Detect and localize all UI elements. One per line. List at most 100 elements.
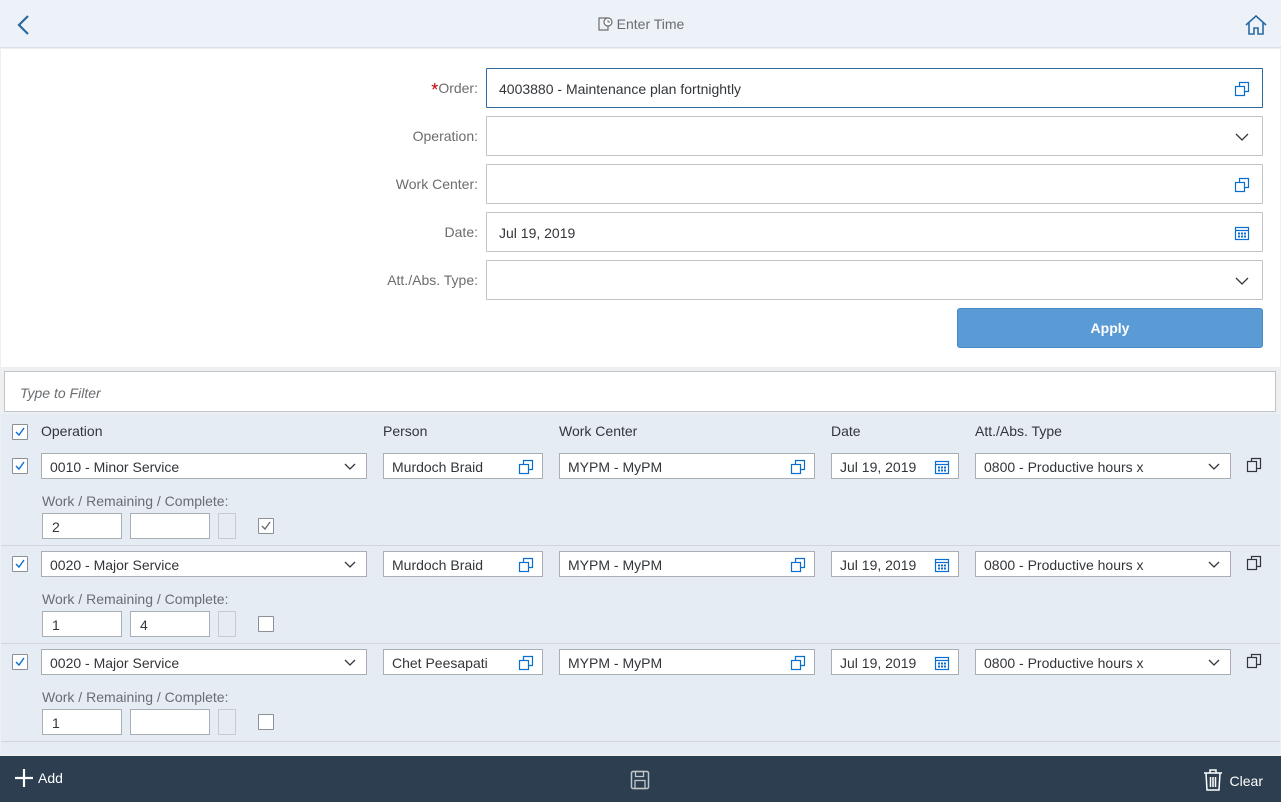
calendar-icon[interactable]	[1234, 225, 1250, 241]
complete-checkbox[interactable]	[258, 714, 274, 730]
value-help-icon[interactable]	[790, 655, 806, 671]
date-label: Date:	[444, 224, 478, 240]
value-help-icon[interactable]	[518, 655, 534, 671]
table-row: 0010 - Minor Service Murdoch Braid MYPM …	[1, 448, 1280, 546]
row-checkbox[interactable]	[12, 556, 28, 572]
row-person-value: Chet Peesapati	[392, 655, 488, 671]
filter-placeholder: Type to Filter	[20, 385, 101, 401]
table-row: 0020 - Major Service Chet Peesapati MYPM…	[1, 644, 1280, 742]
add-label: Add	[38, 770, 63, 786]
order-field[interactable]: 4003880 - Maintenance plan fortnightly	[486, 68, 1263, 108]
value-help-icon[interactable]	[518, 459, 534, 475]
row-work-center-field[interactable]: MYPM - MyPM	[559, 649, 815, 675]
row-operation-value: 0020 - Major Service	[50, 655, 180, 671]
copy-icon[interactable]	[1245, 456, 1263, 474]
row-att-abs-type-value: 0800 - Productive hours x	[984, 459, 1144, 475]
row-operation-select[interactable]: 0010 - Minor Service	[41, 453, 367, 479]
row-person-field[interactable]: Murdoch Braid	[383, 551, 543, 577]
row-person-field[interactable]: Murdoch Braid	[383, 453, 543, 479]
select-all-checkbox[interactable]	[12, 424, 28, 440]
chevron-down-icon[interactable]	[342, 557, 358, 573]
copy-icon[interactable]	[1245, 554, 1263, 572]
calendar-icon[interactable]	[934, 655, 950, 671]
remaining-input[interactable]	[130, 513, 210, 539]
value-help-icon[interactable]	[1234, 81, 1250, 97]
row-att-abs-type-value: 0800 - Productive hours x	[984, 655, 1144, 671]
row-work-center-value: MYPM - MyPM	[568, 557, 663, 573]
order-row: *Order: 4003880 - Maintenance plan fortn…	[1, 68, 1280, 108]
value-help-icon[interactable]	[518, 557, 534, 573]
filter-input[interactable]: Type to Filter	[4, 371, 1276, 412]
value-help-icon[interactable]	[790, 557, 806, 573]
row-operation-select[interactable]: 0020 - Major Service	[41, 551, 367, 577]
work-remaining-complete-label: Work / Remaining / Complete:	[42, 591, 229, 607]
row-checkbox[interactable]	[12, 458, 28, 474]
shell-bar: Enter Time	[0, 0, 1281, 48]
value-help-icon[interactable]	[790, 459, 806, 475]
header-operation: Operation	[41, 423, 103, 439]
work-remaining-complete-label: Work / Remaining / Complete:	[42, 493, 229, 509]
remaining-input[interactable]	[130, 709, 210, 735]
row-person-field[interactable]: Chet Peesapati	[383, 649, 543, 675]
row-date-field[interactable]: Jul 19, 2019	[831, 649, 959, 675]
date-field[interactable]: Jul 19, 2019	[486, 212, 1263, 252]
row-att-abs-type-select[interactable]: 0800 - Productive hours x	[975, 551, 1231, 577]
row-work-center-field[interactable]: MYPM - MyPM	[559, 453, 815, 479]
row-date-value: Jul 19, 2019	[840, 655, 917, 671]
header-work-center: Work Center	[559, 423, 638, 439]
row-att-abs-type-select[interactable]: 0800 - Productive hours x	[975, 453, 1231, 479]
footer-toolbar: Add Clear	[0, 756, 1281, 802]
add-icon	[15, 769, 33, 787]
row-operation-value: 0020 - Major Service	[50, 557, 180, 573]
remaining-input[interactable]: 4	[130, 611, 210, 637]
work-center-label: Work Center:	[395, 176, 478, 192]
row-date-field[interactable]: Jul 19, 2019	[831, 551, 959, 577]
chevron-down-icon[interactable]	[342, 655, 358, 671]
save-icon[interactable]	[629, 769, 651, 791]
chevron-down-icon[interactable]	[1234, 129, 1250, 145]
header-date: Date	[831, 423, 861, 439]
add-button[interactable]: Add	[14, 768, 63, 791]
value-help-icon[interactable]	[1234, 177, 1250, 193]
chevron-down-icon[interactable]	[1206, 459, 1222, 475]
chevron-down-icon[interactable]	[342, 459, 358, 475]
header-person: Person	[383, 423, 428, 439]
row-work-center-value: MYPM - MyPM	[568, 655, 663, 671]
header-att-abs-type: Att./Abs. Type	[975, 423, 1062, 439]
row-date-field[interactable]: Jul 19, 2019	[831, 453, 959, 479]
work-input[interactable]: 2	[42, 513, 122, 539]
row-checkbox[interactable]	[12, 654, 28, 670]
operation-select[interactable]	[486, 116, 1263, 156]
progress-handle[interactable]	[218, 513, 236, 539]
copy-icon[interactable]	[1245, 652, 1263, 670]
row-work-center-field[interactable]: MYPM - MyPM	[559, 551, 815, 577]
operation-label: Operation:	[412, 128, 478, 144]
apply-button[interactable]: Apply	[957, 308, 1263, 348]
home-icon[interactable]	[1243, 12, 1269, 38]
calendar-icon[interactable]	[934, 459, 950, 475]
clear-button[interactable]: Clear	[1202, 768, 1263, 795]
chevron-down-icon[interactable]	[1206, 557, 1222, 573]
row-att-abs-type-select[interactable]: 0800 - Productive hours x	[975, 649, 1231, 675]
work-center-field[interactable]	[486, 164, 1263, 204]
calendar-icon[interactable]	[934, 557, 950, 573]
chevron-down-icon[interactable]	[1206, 655, 1222, 671]
progress-handle[interactable]	[218, 611, 236, 637]
table-row: 0020 - Major Service Murdoch Braid MYPM …	[1, 546, 1280, 644]
complete-checkbox[interactable]	[258, 518, 274, 534]
complete-checkbox[interactable]	[258, 616, 274, 632]
page-title-text: Enter Time	[616, 16, 685, 32]
page-title: Enter Time	[0, 16, 1281, 35]
att-abs-type-select[interactable]	[486, 260, 1263, 300]
date-value: Jul 19, 2019	[499, 225, 576, 241]
progress-handle[interactable]	[218, 709, 236, 735]
clear-label: Clear	[1229, 773, 1263, 789]
work-input[interactable]: 1	[42, 611, 122, 637]
row-work-center-value: MYPM - MyPM	[568, 459, 663, 475]
work-input[interactable]: 1	[42, 709, 122, 735]
row-att-abs-type-value: 0800 - Productive hours x	[984, 557, 1144, 573]
time-entry-list: Operation Person Work Center Date Att./A…	[1, 414, 1280, 754]
row-operation-select[interactable]: 0020 - Major Service	[41, 649, 367, 675]
date-row: Date: Jul 19, 2019	[1, 212, 1280, 252]
chevron-down-icon[interactable]	[1234, 273, 1250, 289]
